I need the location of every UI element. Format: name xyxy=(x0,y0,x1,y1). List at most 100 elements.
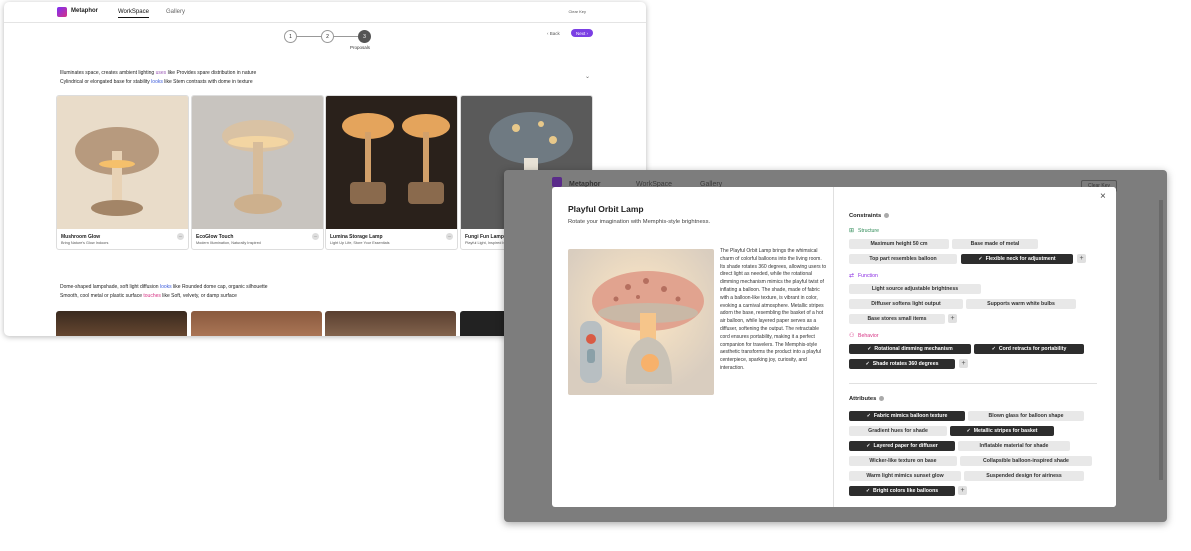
behavior-icon: ⚇ xyxy=(849,333,855,339)
category-label: Structure xyxy=(858,228,880,234)
back-button[interactable]: ‹ Back xyxy=(547,31,560,36)
constraint-chip[interactable]: Supports warm white bulbs xyxy=(966,299,1076,309)
lamp-render xyxy=(568,249,714,395)
info-icon[interactable] xyxy=(879,396,885,401)
attribute-chip-selected[interactable]: ✓ Fabric mimics balloon texture xyxy=(849,411,965,421)
tab-workspace[interactable]: WorkSpace xyxy=(118,9,149,18)
constraint-chip-selected[interactable]: ✓ Rotational dimming mechanism xyxy=(849,344,971,354)
proposal-card[interactable] xyxy=(325,311,456,336)
constraint-chip[interactable]: Base made of metal xyxy=(952,239,1038,249)
card-subtitle: Playful Light, Inspired by xyxy=(465,241,507,245)
add-icon[interactable]: + xyxy=(1077,254,1086,263)
add-icon[interactable]: + xyxy=(948,314,957,323)
card-image xyxy=(192,96,323,229)
attribute-chip[interactable]: Blown glass for balloon shape xyxy=(968,411,1084,421)
step-3[interactable]: 3 xyxy=(358,30,371,43)
add-icon[interactable]: + xyxy=(959,359,968,368)
more-icon[interactable]: ⋯ xyxy=(312,233,319,240)
more-icon[interactable]: ⋯ xyxy=(446,233,453,240)
attribute-chip[interactable]: Gradient hues for shade xyxy=(849,426,947,436)
step-1[interactable]: 1 xyxy=(284,30,297,43)
more-icon[interactable]: ⋯ xyxy=(177,233,184,240)
chip-label: Shade rotates 360 degrees xyxy=(872,361,939,367)
proposal-detail-modal: Playful Orbit Lamp Rotate your imaginati… xyxy=(552,187,1116,507)
check-icon: ✓ xyxy=(991,346,996,352)
structure-category: ⊞ Structure xyxy=(849,228,879,234)
text: like Soft, velvety, or damp surface xyxy=(162,293,237,299)
close-icon[interactable]: × xyxy=(1100,191,1106,202)
attribute-chip-selected[interactable]: ✓ Layered paper for diffuser xyxy=(849,441,955,451)
constraints-heading: Constraints xyxy=(849,213,890,220)
metaphor-logo-icon xyxy=(57,7,67,17)
tab-gallery[interactable]: Gallery xyxy=(166,9,185,15)
keyword-touches: touches xyxy=(143,293,161,299)
top-nav: Metaphor WorkSpace Gallery Clear Key xyxy=(4,2,646,23)
constraint-chip-selected[interactable]: ✓ Cord retracts for portability xyxy=(974,344,1084,354)
scrollbar[interactable] xyxy=(1159,200,1163,480)
app-brand: Metaphor xyxy=(71,8,98,14)
metaphor-line: Smooth, cool metal or plastic surface to… xyxy=(60,293,237,299)
function-category: ⇄ Function xyxy=(849,273,878,279)
attribute-chip[interactable]: Collapsible balloon-inspired shade xyxy=(960,456,1092,466)
card-image xyxy=(57,96,188,229)
text: Smooth, cool metal or plastic surface xyxy=(60,293,142,299)
clear-key-button[interactable]: Clear Key xyxy=(568,9,586,14)
proposal-card[interactable]: Mushroom Glow Bring Nature's Glow Indoor… xyxy=(56,95,189,250)
chip-label: Rotational dimming mechanism xyxy=(874,346,953,352)
card-subtitle: Modern Illumination, Naturally Inspired xyxy=(196,241,261,245)
proposal-subtitle: Rotate your imagination with Memphis-sty… xyxy=(568,219,711,225)
step-2[interactable]: 2 xyxy=(321,30,334,43)
modal-right-pane: × Constraints ⊞ Structure Maximum height… xyxy=(834,187,1116,507)
next-button[interactable]: Next › xyxy=(571,29,593,37)
modal-left-pane: Playful Orbit Lamp Rotate your imaginati… xyxy=(552,187,833,507)
proposal-card[interactable]: EcoGlow Touch Modern Illumination, Natur… xyxy=(191,95,324,250)
check-icon: ✓ xyxy=(866,413,871,419)
proposal-image xyxy=(568,249,714,395)
constraint-chip-selected[interactable]: ✓ Flexible neck for adjustment xyxy=(961,254,1073,264)
add-icon[interactable]: + xyxy=(958,486,967,495)
attribute-chip-selected[interactable]: ✓ Metallic stripes for basket xyxy=(950,426,1054,436)
constraint-chip-selected[interactable]: ✓ Shade rotates 360 degrees xyxy=(849,359,955,369)
chip-label: Flexible neck for adjustment xyxy=(985,256,1056,262)
attribute-chip[interactable]: Warm light mimics sunset glow xyxy=(849,471,961,481)
constraint-chip[interactable]: Diffuser softens light output xyxy=(849,299,963,309)
category-label: Function xyxy=(858,273,878,279)
metaphor-line: Cylindrical or elongated base for stabil… xyxy=(60,79,253,85)
attribute-chip-selected[interactable]: ✓ Bright colors like balloons xyxy=(849,486,955,496)
constraint-chip[interactable]: Maximum height 50 cm xyxy=(849,239,949,249)
proposal-card[interactable]: Lumina Storage Lamp Light Up Life, Store… xyxy=(325,95,458,250)
metaphor-line: Dome-shaped lampshade, soft light diffus… xyxy=(60,284,268,290)
step-connector xyxy=(332,36,358,37)
attribute-chip[interactable]: Wicker-like texture on base xyxy=(849,456,957,466)
metaphor-logo-icon xyxy=(552,177,562,187)
chevron-down-icon[interactable]: ⌄ xyxy=(585,73,590,80)
metaphor-line: Illuminates space, creates ambient light… xyxy=(60,70,256,76)
proposal-card[interactable] xyxy=(191,311,322,336)
section-label: Constraints xyxy=(849,213,882,220)
constraint-chip[interactable]: Light source adjustable brightness xyxy=(849,284,981,294)
proposal-description: The Playful Orbit Lamp brings the whimsi… xyxy=(720,248,827,371)
check-icon: ✓ xyxy=(978,256,983,262)
text: Cylindrical or elongated base for stabil… xyxy=(60,79,150,85)
step-connector xyxy=(295,36,321,37)
attribute-chip[interactable]: Suspended design for airiness xyxy=(964,471,1084,481)
card-subtitle: Light Up Life, Store Your Essentials xyxy=(330,241,390,245)
attributes-heading: Attributes xyxy=(849,396,885,402)
check-icon: ✓ xyxy=(867,346,872,352)
constraint-chip[interactable]: Base stores small items xyxy=(849,314,945,324)
structure-icon: ⊞ xyxy=(849,228,855,234)
card-title: Mushroom Glow xyxy=(61,234,101,240)
check-icon: ✓ xyxy=(966,428,971,434)
proposal-card[interactable] xyxy=(56,311,187,336)
keyword-uses: uses xyxy=(155,70,167,76)
chip-label: Layered paper for diffuser xyxy=(873,443,938,449)
card-title: EcoGlow Touch xyxy=(196,234,234,240)
attribute-chip[interactable]: Inflatable material for shade xyxy=(958,441,1070,451)
constraint-chip[interactable]: Top part resembles balloon xyxy=(849,254,957,264)
category-label: Behavior xyxy=(858,333,879,339)
chip-label: Metallic stripes for basket xyxy=(973,428,1038,434)
check-icon: ✓ xyxy=(866,443,871,449)
text: like Provides spare distribution in natu… xyxy=(167,70,257,76)
text: Illuminates space, creates ambient light… xyxy=(60,70,155,76)
info-icon[interactable] xyxy=(884,213,890,218)
